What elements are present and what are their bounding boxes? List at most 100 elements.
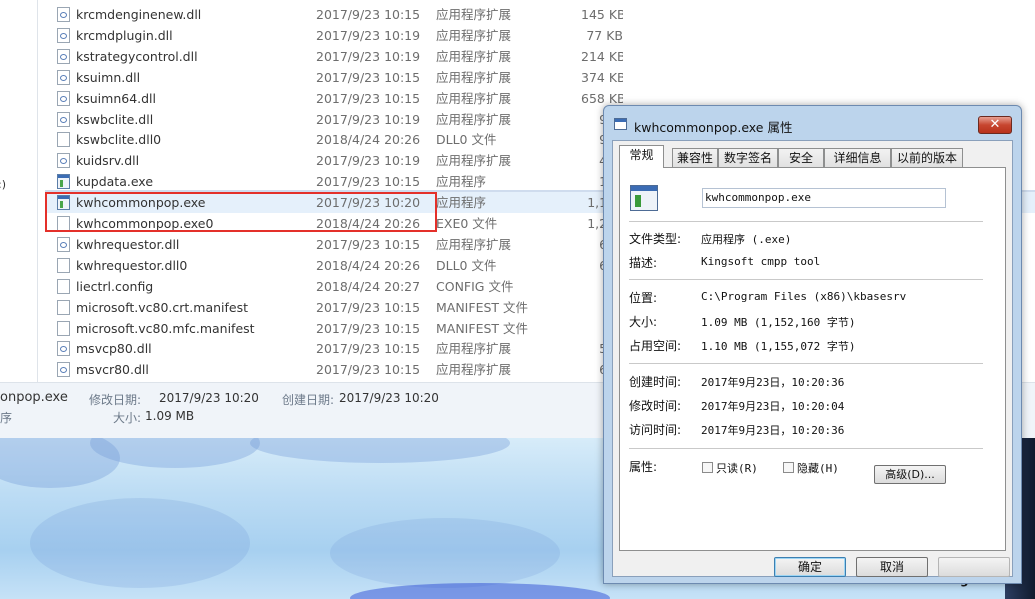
file-name: kswbclite.dll [76,111,154,127]
file-name: ksuimn.dll [76,69,141,85]
file-date: 2017/9/23 10:19 [316,153,421,169]
file-icon [57,320,70,336]
details-created-label: 创建日期: [282,393,335,407]
readonly-label: 只读(R) [716,462,758,475]
file-name: msvcr80.dll [76,362,149,378]
dialog-titlebar[interactable]: kwhcommonpop.exe 属性 ✕ [604,106,1021,140]
file-date: 2017/9/23 10:19 [316,111,421,127]
file-type: MANIFEST 文件 [436,299,529,315]
dll-icon [57,153,70,169]
dll-icon [57,236,70,252]
file-type: 应用程序扩展 [436,153,512,169]
tab-general[interactable]: 常规 [619,145,664,168]
file-row[interactable]: krcmdenginenew.dll 2017/9/23 10:15 应用程序扩展 1… [45,4,1035,25]
file-row[interactable]: ksuimn.dll 2017/9/23 10:15 应用程序扩展 374 KB [45,67,1035,88]
file-date: 2017/9/23 10:15 [316,320,421,336]
file-date: 2017/9/23 10:19 [316,48,421,64]
file-name-field[interactable]: kwhcommonpop.exe [702,188,946,208]
file-date: 2017/9/23 10:19 [316,27,421,43]
description-value: Kingsoft cmpp tool [701,255,821,268]
file-type-label: 文件类型: [629,232,682,246]
general-tab-panel: kwhcommonpop.exe 文件类型: 应用程序 (.exe) 描述: K… [619,167,1006,551]
file-date: 2017/9/23 10:15 [316,174,421,190]
dll-icon [57,90,70,106]
details-created-value: 2017/9/23 10:20 [339,391,439,405]
file-type: 应用程序扩展 [436,362,512,378]
file-date: 2017/9/23 10:15 [316,90,421,106]
disk-size-label: 占用空间: [629,339,682,353]
file-type: DLL0 文件 [436,257,497,273]
dll-icon [57,69,70,85]
file-name: msvcp80.dll [76,341,152,357]
tab-digital-signature[interactable]: 数字签名 [718,148,778,167]
file-icon [57,132,70,148]
separator [629,279,983,280]
separator [629,363,983,364]
tab-previous-versions[interactable]: 以前的版本 [891,148,963,167]
file-name: krcmdenginenew.dll [76,7,202,22]
file-date: 2018/4/24 20:26 [316,132,421,148]
file-name: microsoft.vc80.mfc.manifest [76,320,255,336]
file-type: 应用程序扩展 [436,236,512,252]
application-icon [630,185,658,211]
dll-icon [57,341,70,357]
properties-dialog: kwhcommonpop.exe 属性 ✕ 常规 兼容性 数字签名 安全 详细信… [603,105,1022,584]
modified-label: 修改时间: [629,399,682,413]
close-button[interactable]: ✕ [978,116,1012,134]
created-value: 2017年9月23日，10:20:36 [701,376,845,389]
file-type: 应用程序扩展 [436,341,512,357]
file-type: 应用程序扩展 [436,111,512,127]
file-type: 应用程序扩展 [436,7,512,22]
dll-icon [57,48,70,64]
tab-security[interactable]: 安全 [778,148,824,167]
file-name: ksuimn64.dll [76,90,157,106]
separator [629,448,983,449]
file-type: 应用程序扩展 [436,90,512,106]
file-name: kstrategycontrol.dll [76,48,198,64]
hidden-checkbox[interactable] [783,462,794,473]
file-date: 2017/9/23 10:15 [316,341,421,357]
file-name: kwhrequestor.dll0 [76,257,188,273]
file-name: kupdata.exe [76,174,154,190]
file-type: 应用程序扩展 [436,48,512,64]
ok-button[interactable]: 确定 [774,557,846,577]
accessed-value: 2017年9月23日，10:20:36 [701,424,845,437]
cancel-button[interactable]: 取消 [856,557,928,577]
hidden-label: 隐藏(H) [797,462,839,475]
location-value: C:\Program Files (x86)\kbasesrv [701,290,907,303]
file-icon [57,299,70,315]
file-date: 2017/9/23 10:15 [316,299,421,315]
file-name: microsoft.vc80.crt.manifest [76,299,249,315]
tab-compatibility[interactable]: 兼容性 [672,148,718,167]
file-name: kswbclite.dll0 [76,132,162,148]
dll-icon [57,111,70,127]
file-row[interactable]: krcmdplugin.dll 2017/9/23 10:19 应用程序扩展 77 K… [45,25,1035,46]
tab-details[interactable]: 详细信息 [824,148,891,167]
file-date: 2017/9/23 10:15 [316,69,421,85]
dialog-client-area: 常规 兼容性 数字签名 安全 详细信息 以前的版本 kwhcommonpop.e… [612,140,1013,577]
details-modified-label: 修改日期: [89,393,142,407]
file-type: DLL0 文件 [436,132,497,148]
description-label: 描述: [629,256,658,270]
file-icon [57,278,70,294]
exe-icon [614,118,627,130]
file-name: kwhrequestor.dll [76,236,180,252]
dll-icon [57,7,70,22]
file-row[interactable]: kstrategycontrol.dll 2017/9/23 10:19 应用程序扩… [45,46,1035,67]
readonly-checkbox[interactable] [702,462,713,473]
file-icon [57,257,70,273]
file-type: 应用程序扩展 [436,27,512,43]
advanced-button[interactable]: 高级(D)... [874,465,946,484]
exe-icon [57,174,70,190]
nav-item-fragment[interactable]: :) [0,178,6,191]
modified-value: 2017年9月23日，10:20:04 [701,400,845,413]
file-type: CONFIG 文件 [436,278,514,294]
disk-size-value: 1.10 MB (1,155,072 字节) [701,340,856,353]
separator [629,221,983,222]
file-type: MANIFEST 文件 [436,320,529,336]
file-name: liectrl.config [76,278,154,294]
details-size-label: 大小: [113,411,142,425]
navigation-pane[interactable]: :) [0,0,38,382]
apply-button[interactable] [938,557,1010,577]
dialog-title: kwhcommonpop.exe 属性 [634,120,793,135]
